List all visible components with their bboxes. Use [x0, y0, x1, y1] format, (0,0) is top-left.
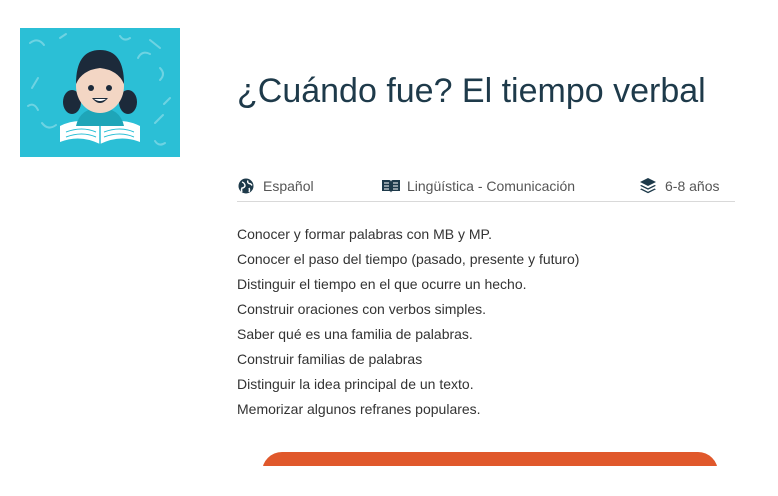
list-item: Distinguir la idea principal de un texto…: [237, 376, 474, 392]
book-icon: [381, 177, 400, 195]
list-item: Conocer el paso del tiempo (pasado, pres…: [237, 251, 580, 267]
page-title: ¿Cuándo fue? El tiempo verbal: [237, 71, 706, 110]
layers-icon: [639, 177, 657, 195]
objectives-list: Conocer y formar palabras con MB y MP. C…: [237, 222, 579, 422]
list-item: Construir oraciones con verbos simples.: [237, 301, 486, 317]
subject-label: Lingüística - Comunicación: [407, 178, 576, 194]
list-item: Memorizar algunos refranes populares.: [237, 401, 481, 417]
list-item: Distinguir el tiempo en el que ocurre un…: [237, 276, 527, 292]
language-label: Español: [263, 178, 314, 194]
list-item: Conocer y formar palabras con MB y MP.: [237, 226, 492, 242]
list-item: Construir familias de palabras: [237, 351, 423, 367]
list-item: Saber qué es una familia de palabras.: [237, 326, 473, 342]
metadata-bar: Español Lingüística - Comunicación 6-8 a…: [237, 170, 735, 202]
viewport-bottom-edge: [0, 466, 778, 496]
subject-meta: Lingüística - Comunicación: [381, 176, 575, 196]
age-label: 6-8 años: [665, 178, 720, 194]
cover-image: [20, 28, 180, 157]
age-meta: 6-8 años: [639, 176, 719, 196]
language-meta: Español: [237, 176, 314, 196]
globe-icon: [237, 177, 255, 195]
content-card: ¿Cuándo fue? El tiempo verbal Español Li…: [0, 0, 778, 496]
girl-reading-illustration: [20, 28, 180, 157]
